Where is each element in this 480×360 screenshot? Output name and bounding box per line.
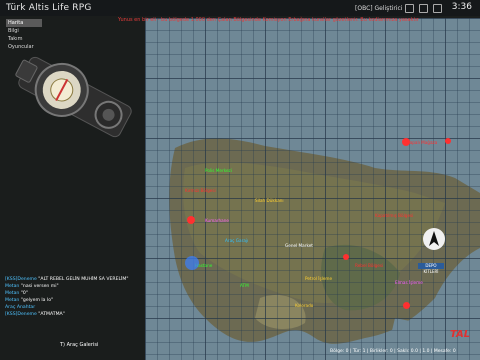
map-label[interactable]: Petrol İşleme <box>305 276 332 281</box>
top-bar: Türk Altis Life RPG [OBC] Geliştirici 3:… <box>0 0 480 16</box>
menu-item-info[interactable]: Bilgi <box>6 27 42 35</box>
map-label[interactable]: Silah Dükkanı <box>255 198 284 203</box>
chat-log: [KSS]Deneme "ALT REBEL GELİN MUHİM SA VE… <box>5 276 155 318</box>
chat-line: Araç Anahtar <box>5 305 36 310</box>
garage-label[interactable]: T) Araç Galerisi <box>60 342 98 348</box>
map-label[interactable]: Elmas İşleme <box>395 280 423 285</box>
map-label[interactable]: Kolorado <box>295 303 313 308</box>
server-tag: [OBC] Geliştirici <box>355 4 403 12</box>
phone-icon[interactable] <box>419 3 428 13</box>
menu-item-players[interactable]: Oyuncular <box>6 43 42 51</box>
status-line: Bölge: 0 | Tür: 1 | Birlikler: 0 | Saklı… <box>330 349 456 354</box>
left-panel: Harita Bilgi Takım Oyuncular [KSS]Deneme… <box>0 0 145 360</box>
server-announcement: Yunus en bir eli - bu bölgede 1.000 den … <box>118 17 419 23</box>
map-label[interactable]: Genel Market <box>285 243 313 248</box>
map-menu: Harita Bilgi Takım Oyuncular <box>6 19 42 51</box>
map-label[interactable]: Kapalı Mağaza <box>407 140 437 145</box>
map-label[interactable]: Kumarhane <box>205 218 229 223</box>
menu-item-map[interactable]: Harita <box>6 19 42 27</box>
chat-line: [KSS]Deneme "ALT REBEL GELİN MUHİM SA VE… <box>5 277 129 282</box>
zone-marker[interactable] <box>187 216 195 224</box>
map-label[interactable]: Rebel Bölgesi <box>355 263 383 268</box>
zone-marker[interactable] <box>402 138 410 146</box>
chat-line: [KSS]Deneme "ATMATMA" <box>5 312 65 317</box>
map-label[interactable]: ATM <box>240 283 249 288</box>
map-label[interactable]: Polis Merkezi <box>205 168 232 173</box>
menu-item-team[interactable]: Takım <box>6 35 42 43</box>
map-label[interactable]: Kırmızı Bölgesi <box>185 188 216 193</box>
settings-icon[interactable] <box>433 3 442 13</box>
game-screen: Harita Bilgi Takım Oyuncular [KSS]Deneme… <box>0 0 480 360</box>
navigation-arrow-icon <box>423 228 445 250</box>
chat-line: Metan "nasi versen mi" <box>5 284 59 289</box>
zone-marker[interactable] <box>343 254 349 260</box>
chat-line: Metan "0" <box>5 291 28 296</box>
depot-tag: DEPO KİTLERİ <box>418 263 444 274</box>
zone-marker[interactable] <box>445 138 451 144</box>
island-map[interactable]: Kapalı Mağaza Polis Merkezi Kırmızı Bölges… <box>145 18 480 360</box>
app-title: Türk Altis Life RPG <box>6 3 92 13</box>
compass-icon[interactable] <box>10 52 140 142</box>
map-label[interactable]: Araç Garajı <box>225 238 248 243</box>
chat-line: Metan "gelyem la lo" <box>5 298 54 303</box>
zone-marker[interactable] <box>185 256 199 270</box>
zone-marker[interactable] <box>403 302 410 309</box>
clock: 3:36 <box>451 2 472 12</box>
brand-logo: TAL <box>450 329 471 340</box>
map-label[interactable]: Kapatılmış Bölgesi <box>375 213 413 218</box>
map-icon[interactable] <box>405 3 414 13</box>
